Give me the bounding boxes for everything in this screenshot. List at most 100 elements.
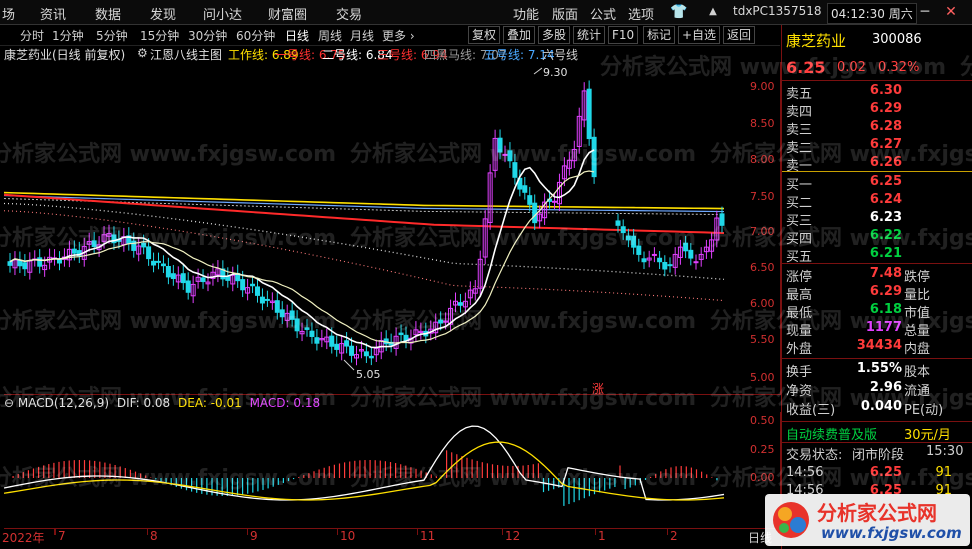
overlay-button[interactable]: 叠加 [503, 26, 536, 44]
kline-candle [641, 251, 647, 269]
multi-stock-button[interactable]: 多股 [538, 26, 571, 44]
account-id: tdxPC1357518 [733, 4, 822, 18]
macd-axis-label: 0.00 [750, 471, 775, 484]
menu-item-formula[interactable]: 公式 [590, 4, 616, 23]
f10-button[interactable]: F10 [608, 26, 639, 44]
kline-candle [631, 228, 637, 255]
kline-panel[interactable] [4, 62, 781, 395]
close-icon[interactable]: ✕ [940, 2, 962, 22]
bid-price: 6.22 [869, 228, 902, 243]
menu-item-wealth[interactable]: 财富圈 [268, 4, 307, 23]
kline-candle [91, 232, 97, 254]
time-axis-tick [247, 529, 248, 535]
period-daily[interactable]: 日线 [285, 27, 309, 44]
bid-price: 6.21 [869, 246, 902, 261]
bid-row[interactable]: 买五 6.21 [786, 246, 971, 265]
brand-logo-icon [773, 502, 809, 538]
mark-button[interactable]: 标记 [643, 26, 676, 44]
promo-price[interactable]: 30元/月 [904, 424, 951, 443]
macd-chart [4, 425, 725, 506]
menu-item-trade[interactable]: 交易 [336, 4, 362, 23]
divider [782, 263, 972, 264]
macd-panel[interactable] [4, 412, 781, 529]
promo-text[interactable]: 自动续费普及版 [786, 424, 877, 443]
kline-candle [403, 326, 409, 349]
menu-item-discover[interactable]: 发现 [150, 4, 176, 23]
macd-info-line: ⊖ MACD(12,26,9) DIF: 0.08 DEA: -0.01 MAC… [4, 396, 320, 412]
chevron-up-icon[interactable]: ▲ [702, 2, 724, 22]
kline-candle [324, 328, 330, 350]
kline-candle [131, 232, 137, 258]
adjust-button[interactable]: 复权 [468, 26, 501, 44]
bid-row[interactable]: 买一 6.25 [786, 174, 971, 193]
kline-candle [314, 328, 320, 351]
ask-row[interactable]: 卖三 6.28 [786, 119, 971, 138]
ma-line [9, 170, 595, 344]
kline-candle [299, 322, 305, 342]
kline-candle [576, 107, 582, 154]
kline-candle [502, 145, 508, 163]
kline-candle [703, 239, 709, 259]
price-axis-label: 8.00 [750, 153, 775, 166]
time-axis-label: 8 [150, 529, 158, 543]
gear-icon[interactable]: ⚙ [137, 46, 148, 60]
kline-candle [284, 304, 290, 328]
macd-toggle-icon[interactable]: ⊖ [4, 396, 14, 410]
kline-candle [581, 82, 587, 128]
stock-name: 康芝药业 [786, 32, 847, 50]
statistics-button[interactable]: 统计 [573, 26, 606, 44]
menu-item-market[interactable]: 场 [2, 4, 15, 23]
ask-row[interactable]: 卖五 6.30 [786, 83, 971, 102]
bid-row[interactable]: 买二 6.24 [786, 192, 971, 211]
period-5min[interactable]: 5分钟 [96, 27, 128, 44]
time-axis-tick [337, 529, 338, 535]
minimize-icon[interactable]: ─ [914, 2, 936, 22]
kline-candle [657, 250, 663, 269]
kline-candle [354, 345, 359, 366]
period-1min[interactable]: 1分钟 [52, 27, 84, 44]
kline-candle [472, 280, 478, 301]
add-watchlist-button[interactable]: +自选 [678, 26, 721, 44]
stat-label-2: 市值 [904, 306, 931, 321]
ask-row[interactable]: 卖二 6.27 [786, 137, 971, 156]
indicator-name[interactable]: 江恩八线主图 [150, 46, 222, 63]
period-weekly[interactable]: 周线 [318, 27, 342, 44]
period-60min[interactable]: 60分钟 [236, 27, 275, 44]
kline-candle [527, 186, 533, 212]
kline-candle [269, 292, 275, 310]
time-axis-label: 12 [505, 529, 521, 543]
macd-name[interactable]: MACD(12,26,9) [18, 396, 109, 410]
kline-candle [126, 227, 132, 251]
menu-item-function[interactable]: 功能 [513, 4, 539, 23]
menu-item-data[interactable]: 数据 [95, 4, 121, 23]
kline-candle [383, 330, 389, 352]
kline-candle [259, 288, 265, 311]
bid-row[interactable]: 买三 6.23 [786, 210, 971, 229]
skin-icon[interactable]: 👕 [668, 2, 690, 22]
period-timeshare[interactable]: 分时 [20, 27, 44, 44]
time-axis-tick [147, 529, 148, 535]
stat-row: 净资 2.96 流通 [786, 380, 971, 399]
kline-candle [646, 250, 652, 268]
time-axis-label: 10 [340, 529, 356, 543]
kline-candle [220, 260, 226, 287]
low-price-label: 5.05 [356, 368, 381, 381]
menu-item-options[interactable]: 选项 [628, 4, 654, 23]
back-button[interactable]: 返回 [723, 26, 756, 44]
menu-item-ask[interactable]: 问小达 [203, 4, 242, 23]
brand-logo-title: 分析家公式网 [817, 501, 937, 525]
period-30min[interactable]: 30分钟 [188, 27, 227, 44]
period-monthly[interactable]: 月线 [350, 27, 374, 44]
menu-item-news[interactable]: 资讯 [40, 4, 66, 23]
price-axis-label: 5.00 [750, 371, 775, 384]
period-more[interactable]: 更多 › [382, 27, 415, 44]
stat-label: 最高 [786, 288, 813, 303]
kline-candle [512, 153, 518, 185]
menu-item-layout[interactable]: 版面 [552, 4, 578, 23]
bid-row[interactable]: 买四 6.22 [786, 228, 971, 247]
period-15min[interactable]: 15分钟 [140, 27, 179, 44]
ask-price: 6.28 [869, 119, 902, 134]
kline-candle [57, 251, 62, 271]
kline-candle [121, 227, 127, 252]
ask-row[interactable]: 卖四 6.29 [786, 101, 971, 120]
